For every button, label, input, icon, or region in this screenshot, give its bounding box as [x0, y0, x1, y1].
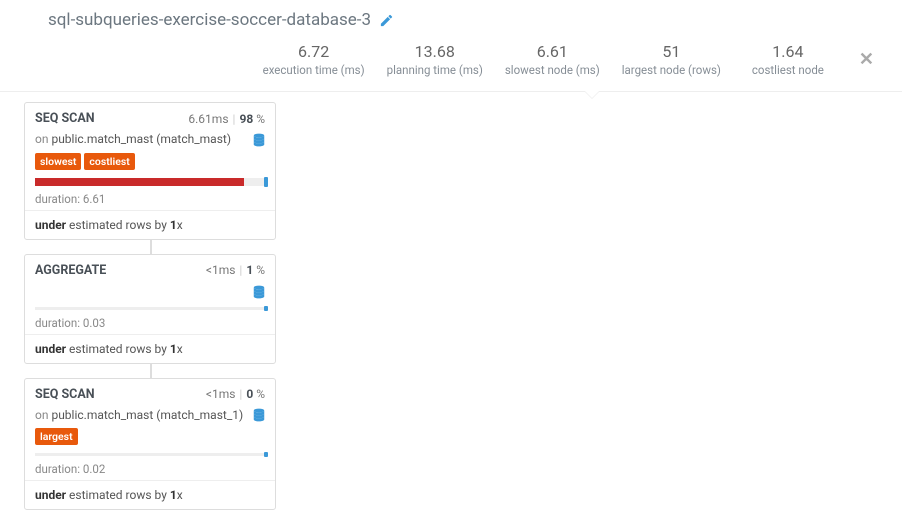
stat-label: slowest node (ms) — [505, 63, 600, 77]
stat-execution-time[interactable]: 6.72 execution time (ms) — [263, 42, 365, 77]
node-timing: <1ms|1 % — [206, 263, 265, 277]
duration-bar — [35, 178, 265, 186]
node-target-row — [25, 282, 275, 305]
node-target-row: on public.match_mast (match_mast_1) — [25, 406, 275, 429]
stat-value: 6.61 — [505, 42, 600, 61]
node-target: on public.match_mast (match_mast) — [35, 132, 247, 146]
duration-bar-wrap — [25, 451, 275, 458]
node-estimate: under estimated rows by 1x — [25, 211, 275, 239]
stat-label: planning time (ms) — [387, 63, 483, 77]
node-header: AGGREGATE<1ms|1 % — [25, 255, 275, 282]
database-icon[interactable] — [253, 408, 265, 423]
node-target: on public.match_mast (match_mast_1) — [35, 408, 247, 422]
stat-largest-node[interactable]: 51 largest node (rows) — [622, 42, 721, 77]
node-duration: duration: 6.61 — [25, 188, 275, 210]
edit-icon[interactable] — [379, 10, 394, 30]
duration-bar-cap — [264, 452, 268, 457]
node-operation: SEQ SCAN — [35, 387, 206, 402]
node-badges: slowestcostliest — [25, 153, 275, 176]
duration-bar-wrap — [25, 176, 275, 188]
node-badges: largest — [25, 428, 275, 451]
duration-bar-wrap — [25, 305, 275, 312]
stat-value: 13.68 — [387, 42, 483, 61]
node-duration: duration: 0.03 — [25, 312, 275, 334]
node-estimate: under estimated rows by 1x — [25, 481, 275, 509]
duration-bar-cap — [264, 177, 268, 187]
node-operation: SEQ SCAN — [35, 111, 188, 126]
stat-label: costliest node — [743, 63, 833, 77]
badge-costliest: costliest — [84, 153, 134, 170]
duration-bar-cap — [264, 306, 268, 311]
node-connector — [150, 364, 152, 378]
node-connector — [150, 240, 152, 254]
title-row: sql-subqueries-exercise-soccer-database-… — [0, 0, 902, 30]
node-header: SEQ SCAN6.61ms|98 % — [25, 103, 275, 130]
node-target-row: on public.match_mast (match_mast) — [25, 130, 275, 153]
duration-bar — [35, 307, 265, 310]
node-duration: duration: 0.02 — [25, 458, 275, 480]
stat-slowest-node[interactable]: 6.61 slowest node (ms) — [505, 42, 600, 77]
stat-value: 51 — [622, 42, 721, 61]
plan-node-list: SEQ SCAN6.61ms|98 %on public.match_mast … — [0, 102, 902, 510]
node-header: SEQ SCAN<1ms|0 % — [25, 379, 275, 406]
page-title: sql-subqueries-exercise-soccer-database-… — [48, 10, 371, 30]
duration-bar — [35, 453, 265, 456]
plan-node[interactable]: AGGREGATE<1ms|1 % duration: 0.03under est… — [24, 254, 276, 364]
badge-slowest: slowest — [35, 153, 81, 170]
node-timing: <1ms|0 % — [206, 387, 265, 401]
plan-node[interactable]: SEQ SCAN<1ms|0 % on public.match_mast (ma… — [24, 378, 276, 511]
stats-bar: 6.72 execution time (ms) 13.68 planning … — [0, 30, 902, 92]
badge-largest: largest — [35, 428, 78, 445]
node-timing: 6.61ms|98 % — [188, 112, 265, 126]
stat-label: execution time (ms) — [263, 63, 365, 77]
duration-bar-fill — [35, 178, 244, 186]
plan-node[interactable]: SEQ SCAN6.61ms|98 % on public.match_mast … — [24, 102, 276, 240]
stat-value: 1.64 — [743, 42, 833, 61]
stat-costliest-node[interactable]: 1.64 costliest node — [743, 42, 833, 77]
stat-value: 6.72 — [263, 42, 365, 61]
stat-planning-time[interactable]: 13.68 planning time (ms) — [387, 42, 483, 77]
node-operation: AGGREGATE — [35, 263, 206, 278]
close-icon[interactable]: ✕ — [855, 49, 878, 70]
stat-label: largest node (rows) — [622, 63, 721, 77]
pointer-indicator — [584, 91, 600, 99]
database-icon[interactable] — [253, 284, 265, 299]
database-icon[interactable] — [253, 132, 265, 147]
node-estimate: under estimated rows by 1x — [25, 335, 275, 363]
